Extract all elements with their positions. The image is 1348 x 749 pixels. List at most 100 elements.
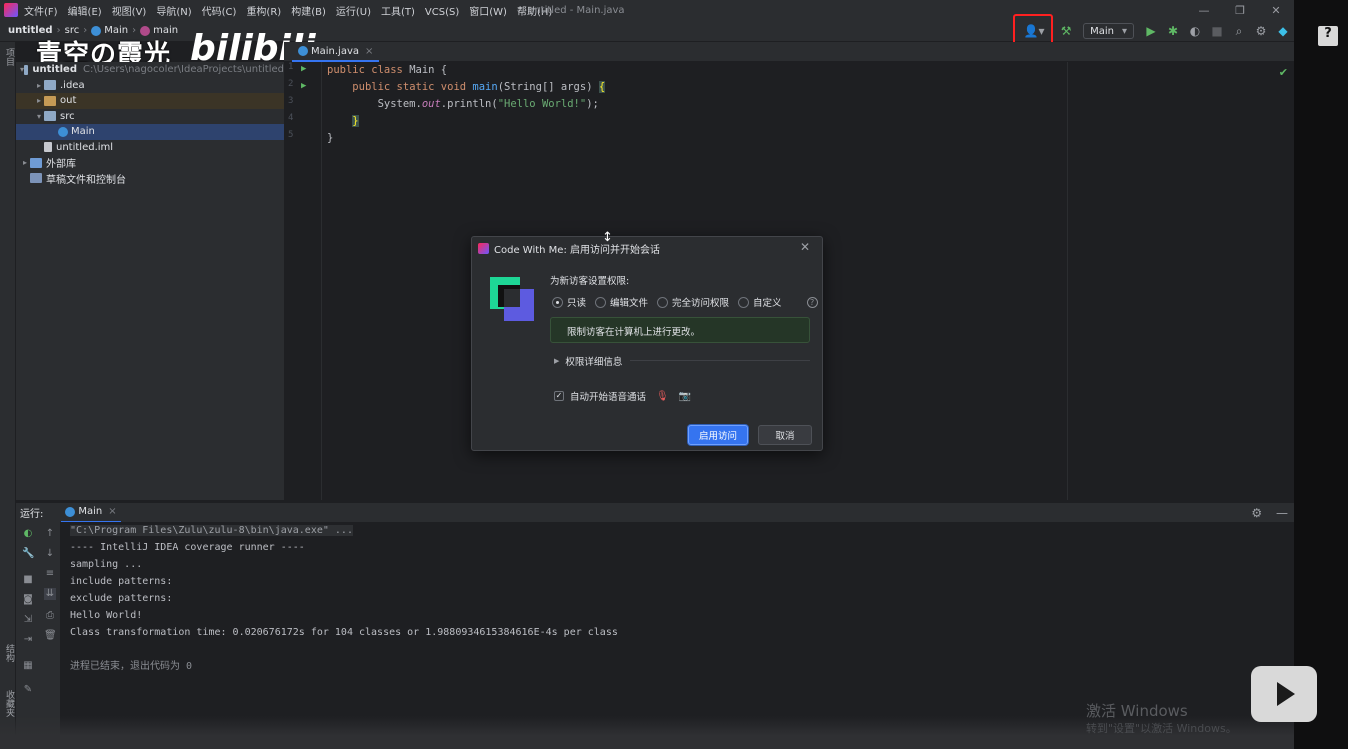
tree-item[interactable]: Main bbox=[16, 124, 284, 140]
hide-icon[interactable]: — bbox=[1276, 506, 1288, 520]
console-line: "C:\Program Files\Zulu\zulu-8\bin\java.e… bbox=[60, 522, 1294, 539]
build-hammer-icon[interactable]: ⚒ bbox=[1057, 24, 1075, 38]
search-icon[interactable]: ⌕ bbox=[1230, 24, 1248, 39]
tree-item[interactable]: ▾ src bbox=[16, 109, 284, 125]
radio-circle[interactable] bbox=[595, 296, 607, 308]
permission-radio[interactable]: 编辑文件 bbox=[595, 295, 648, 309]
chevron-down-icon[interactable]: ▾ bbox=[34, 112, 44, 121]
tree-item[interactable]: ▸ 外部库 bbox=[16, 155, 284, 171]
menu-item[interactable]: 代码(C) bbox=[202, 7, 237, 18]
tree-item-label: 外部库 bbox=[46, 159, 76, 171]
camera-icon[interactable]: ◙ bbox=[22, 594, 34, 606]
run-tab-main[interactable]: Main × bbox=[61, 503, 121, 523]
gear-icon[interactable]: ⚙ bbox=[1252, 24, 1270, 38]
menu-item[interactable]: 视图(V) bbox=[112, 7, 147, 18]
console-text: "C:\Program Files\Zulu\zulu-8\bin\java.e… bbox=[70, 525, 353, 536]
menu-item[interactable]: 窗口(W) bbox=[469, 7, 507, 18]
permission-details-toggle[interactable]: ▶ 权限详细信息 bbox=[554, 354, 622, 368]
run-gutter-icon[interactable]: ▶ bbox=[301, 81, 306, 91]
debug-icon[interactable]: ✱ bbox=[1164, 24, 1182, 38]
console-text: Class transformation time: 0.020676172s … bbox=[70, 627, 618, 638]
scroll-to-end-icon[interactable]: ⇊ bbox=[44, 588, 56, 600]
menu-item[interactable]: VCS(S) bbox=[425, 7, 459, 18]
cancel-button[interactable]: 取消 bbox=[758, 425, 812, 445]
radio-circle[interactable] bbox=[552, 296, 563, 308]
chevron-right-icon[interactable]: ▸ bbox=[34, 96, 44, 105]
camera-off-icon[interactable]: 📷 bbox=[679, 391, 691, 402]
stop-icon[interactable]: ■ bbox=[22, 574, 34, 586]
menu-item[interactable]: 运行(U) bbox=[336, 7, 371, 18]
structure-tool-tab[interactable]: 结构 bbox=[3, 644, 16, 662]
wrench-icon[interactable]: 🔧 bbox=[22, 548, 34, 560]
mic-off-icon[interactable]: 🎙 bbox=[656, 391, 669, 402]
export-icon[interactable]: ⇲ bbox=[22, 614, 34, 626]
tab-main-java[interactable]: Main.java × bbox=[292, 42, 380, 62]
enable-access-button[interactable]: 启用访问 bbox=[688, 425, 748, 445]
dialog-title: Code With Me: 启用访问并开始会话 bbox=[494, 245, 660, 256]
menu-item[interactable]: 工具(T) bbox=[381, 7, 415, 18]
run-icon[interactable]: ▶ bbox=[1142, 24, 1160, 38]
chevron-right-icon[interactable]: ▸ bbox=[20, 158, 30, 167]
help-icon[interactable]: ? bbox=[1318, 26, 1338, 46]
up-icon[interactable]: ↑ bbox=[44, 528, 56, 540]
coverage-icon[interactable]: ◐ bbox=[1186, 24, 1204, 38]
login-icon[interactable]: ⇥ bbox=[22, 634, 34, 646]
close-icon[interactable]: × bbox=[365, 46, 373, 57]
player-side-strip bbox=[1294, 0, 1348, 749]
rerun-icon[interactable]: ◐ bbox=[22, 528, 34, 540]
run-configuration-select[interactable]: Main ▾ bbox=[1083, 23, 1134, 39]
print-icon[interactable]: ⎙ bbox=[44, 610, 56, 622]
pin-icon[interactable]: ✎ bbox=[22, 684, 34, 696]
menu-item[interactable]: 导航(N) bbox=[156, 7, 191, 18]
layout-icon[interactable]: ▦ bbox=[22, 660, 34, 672]
voice-call-label: 自动开始语音通话 bbox=[570, 392, 647, 403]
console-text: sampling ... bbox=[70, 559, 143, 570]
intellij-logo-icon bbox=[4, 3, 18, 17]
code-token: public static void bbox=[352, 81, 473, 93]
code-line: public static void main(String[] args) { bbox=[322, 79, 1294, 96]
question-icon[interactable]: ? bbox=[806, 296, 818, 308]
radio-circle[interactable] bbox=[738, 296, 750, 308]
close-window-button[interactable]: ✕ bbox=[1258, 4, 1294, 17]
permission-radio[interactable]: 自定义 bbox=[738, 295, 782, 309]
code-token: "Hello World!" bbox=[497, 98, 587, 110]
project-tool-tab[interactable]: 项目 bbox=[3, 48, 16, 66]
permission-info-banner: 限制访客在计算机上进行更改。 bbox=[550, 317, 810, 343]
tree-item[interactable]: ▸ .idea bbox=[16, 78, 284, 94]
console-line: Class transformation time: 0.020676172s … bbox=[60, 624, 1294, 641]
restore-button[interactable]: ❐ bbox=[1222, 4, 1258, 17]
menu-item[interactable]: 文件(F) bbox=[24, 7, 58, 18]
class-icon bbox=[298, 46, 308, 56]
chevron-right-icon[interactable]: ▸ bbox=[34, 81, 44, 90]
permission-radio[interactable]: 完全访问权限 bbox=[657, 295, 729, 309]
down-icon[interactable]: ↓ bbox=[44, 548, 56, 560]
close-icon[interactable]: ✕ bbox=[800, 240, 810, 254]
radio-label: 完全访问权限 bbox=[672, 298, 730, 309]
code-token: Main { bbox=[409, 64, 448, 76]
tree-item[interactable]: 草稿文件和控制台 bbox=[16, 171, 284, 187]
bookmarks-tool-tab[interactable]: 收藏夹 bbox=[3, 690, 16, 717]
tree-item[interactable]: ▾ untitled C:\Users\nagocoler\IdeaProjects… bbox=[16, 62, 284, 78]
tree-item[interactable]: ▸ out bbox=[16, 93, 284, 109]
radio-circle[interactable] bbox=[657, 296, 669, 308]
menu-item[interactable]: 重构(R) bbox=[246, 7, 281, 18]
close-icon[interactable]: × bbox=[108, 506, 116, 517]
mouse-cursor-icon: ↕ bbox=[602, 230, 613, 245]
stop-icon[interactable]: ■ bbox=[1208, 24, 1226, 38]
plugin-logo-icon[interactable]: ◆ bbox=[1274, 24, 1292, 38]
radio-label: 编辑文件 bbox=[610, 298, 649, 309]
menu-item[interactable]: 构建(B) bbox=[291, 7, 326, 18]
minimize-button[interactable]: — bbox=[1186, 4, 1222, 17]
voice-call-checkbox[interactable]: ✓ bbox=[554, 391, 564, 401]
run-gutter-icon[interactable]: ▶ bbox=[301, 64, 306, 74]
tree-item[interactable]: untitled.iml bbox=[16, 140, 284, 156]
code-token: { bbox=[598, 81, 606, 93]
inspection-ok-icon[interactable]: ✔ bbox=[1279, 66, 1288, 79]
trash-icon[interactable]: 🗑 bbox=[44, 630, 57, 642]
line-number-text: 5 bbox=[288, 130, 294, 140]
permission-radio[interactable]: 只读 bbox=[552, 295, 586, 309]
menu-item[interactable]: 编辑(E) bbox=[68, 7, 102, 18]
soft-wrap-icon[interactable]: ≡ bbox=[44, 568, 56, 580]
radio-label: 自定义 bbox=[753, 298, 782, 309]
gear-icon[interactable]: ⚙ bbox=[1251, 506, 1262, 520]
